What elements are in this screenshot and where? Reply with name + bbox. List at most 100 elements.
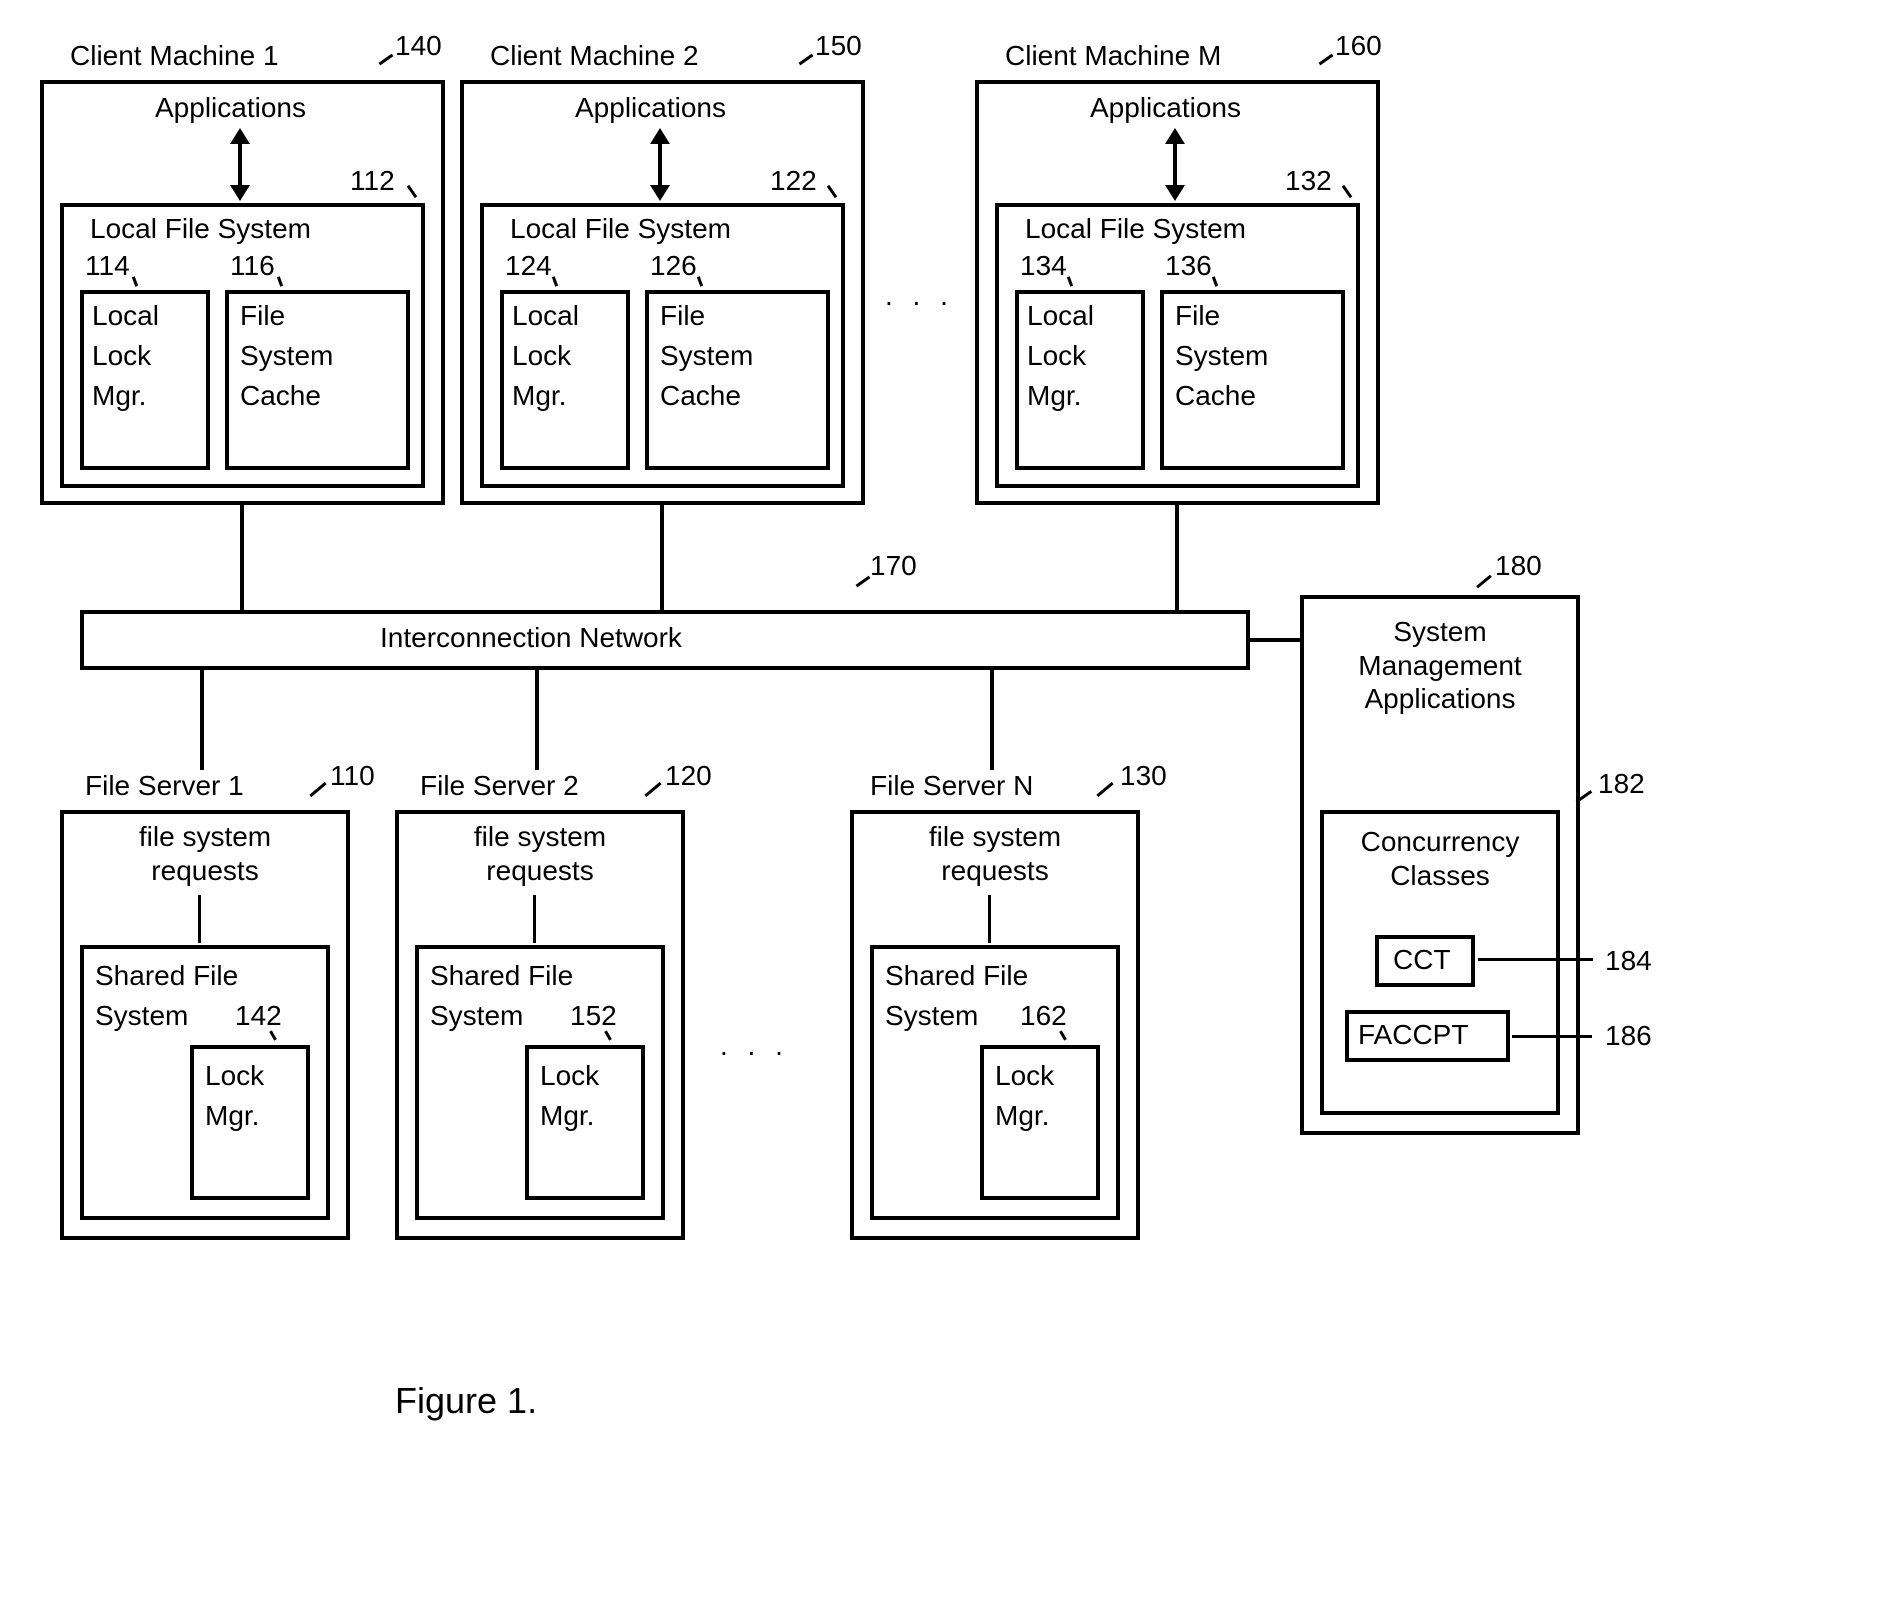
server1-fsr: file system requests [85,820,325,887]
clientm-llm-ref: 134 [1020,250,1067,282]
client1-llm-ref: 114 [85,250,130,282]
client1-ref: 140 [395,30,442,62]
client2-llm-ref: 124 [505,250,552,282]
servern-title: File Server N [870,770,1033,802]
clientm-fsc-l2: System [1175,340,1268,372]
client2-ref: 150 [815,30,862,62]
client1-lfs-ref: 112 [350,165,395,197]
sysmgmt-cct-label: CCT [1393,944,1451,976]
client2-lfs-ref: 122 [770,165,817,197]
sysmgmt-title-l2: Management [1358,650,1521,681]
clientm-title: Client Machine M [1005,40,1221,72]
client1-fsc-l3: Cache [240,380,321,412]
arrow-shaft [238,140,242,188]
client2-fsc-l2: System [660,340,753,372]
arrow-up [230,128,250,144]
client1-fsc-ref: 116 [230,250,275,282]
client2-apps: Applications [575,92,726,124]
clientm-llm-l2: Lock [1027,340,1086,372]
connector [660,505,664,610]
server2-fsr-l1: file system [474,821,606,852]
clientm-fsc-ref: 136 [1165,250,1212,282]
sysmgmt-faccpt-label: FACCPT [1358,1019,1468,1051]
arrow-up [1165,128,1185,144]
sysmgmt-title: System Management Applications [1305,615,1575,716]
sysmgmt-cc-ref: 182 [1598,768,1645,800]
leader-line [1478,958,1593,961]
network-label: Interconnection Network [380,622,682,654]
ellipsis-servers: . . . [720,1030,789,1062]
clientm-llm-l3: Mgr. [1027,380,1081,412]
client2-fsc-ref: 126 [650,250,697,282]
leader-line [1096,782,1113,797]
server1-fsr-l1: file system [139,821,271,852]
server2-lock-l2: Mgr. [540,1100,594,1132]
connector [198,895,201,943]
leader-line [644,782,661,797]
arrow-down [230,185,250,201]
client1-llm-l2: Lock [92,340,151,372]
server2-fsr-l2: requests [486,855,593,886]
sysmgmt-title-l1: System [1393,616,1486,647]
client1-fsc-l2: System [240,340,333,372]
server2-lock-ref: 152 [570,1000,617,1032]
clientm-llm-l1: Local [1027,300,1094,332]
servern-fsr: file system requests [875,820,1115,887]
arrow-shaft [658,140,662,188]
sysmgmt-cc-title: Concurrency Classes [1320,825,1560,892]
server1-sfs-l2: System [95,1000,188,1032]
sysmgmt-title-l3: Applications [1365,683,1516,714]
clientm-fsc-l1: File [1175,300,1220,332]
server1-lock-ref: 142 [235,1000,282,1032]
arrow-shaft [1173,140,1177,188]
servern-fsr-l1: file system [929,821,1061,852]
client2-fsc-l1: File [660,300,705,332]
clientm-apps: Applications [1090,92,1241,124]
arrow-up [650,128,670,144]
server1-fsr-l2: requests [151,855,258,886]
sysmgmt-ref: 180 [1495,550,1542,582]
server1-title: File Server 1 [85,770,244,802]
leader-line [309,782,326,797]
server2-sfs-l1: Shared File [430,960,573,992]
connector [240,505,244,610]
connector [1175,505,1179,610]
server1-ref: 110 [330,760,375,792]
sysmgmt-cc-l1: Concurrency [1361,826,1520,857]
client2-llm-l1: Local [512,300,579,332]
connector [533,895,536,943]
clientm-lfs-ref: 132 [1285,165,1332,197]
servern-sfs-l2: System [885,1000,978,1032]
client2-title: Client Machine 2 [490,40,699,72]
client1-llm-l3: Mgr. [92,380,146,412]
servern-sfs-l1: Shared File [885,960,1028,992]
arrow-down [650,185,670,201]
server2-sfs-l2: System [430,1000,523,1032]
connector [988,895,991,943]
server1-sfs-l1: Shared File [95,960,238,992]
figure-caption: Figure 1. [395,1380,537,1422]
server1-lock-l1: Lock [205,1060,264,1092]
servern-lock-ref: 162 [1020,1000,1067,1032]
client2-llm-l3: Mgr. [512,380,566,412]
servern-ref: 130 [1120,760,1167,792]
client1-fsc-l1: File [240,300,285,332]
server1-lock-l2: Mgr. [205,1100,259,1132]
leader-line [1512,1035,1592,1038]
connector [1250,638,1300,642]
leader-line [379,54,394,66]
connector [990,670,994,770]
leader-line [799,54,814,66]
sysmgmt-cc-l2: Classes [1390,860,1490,891]
servern-fsr-l2: requests [941,855,1048,886]
clientm-ref: 160 [1335,30,1382,62]
clientm-fsc-l3: Cache [1175,380,1256,412]
servern-lock-l1: Lock [995,1060,1054,1092]
servern-lock-l2: Mgr. [995,1100,1049,1132]
client2-llm-l2: Lock [512,340,571,372]
client1-apps: Applications [155,92,306,124]
server2-title: File Server 2 [420,770,579,802]
arrow-down [1165,185,1185,201]
client1-title: Client Machine 1 [70,40,279,72]
client2-lfs-label: Local File System [510,213,731,245]
